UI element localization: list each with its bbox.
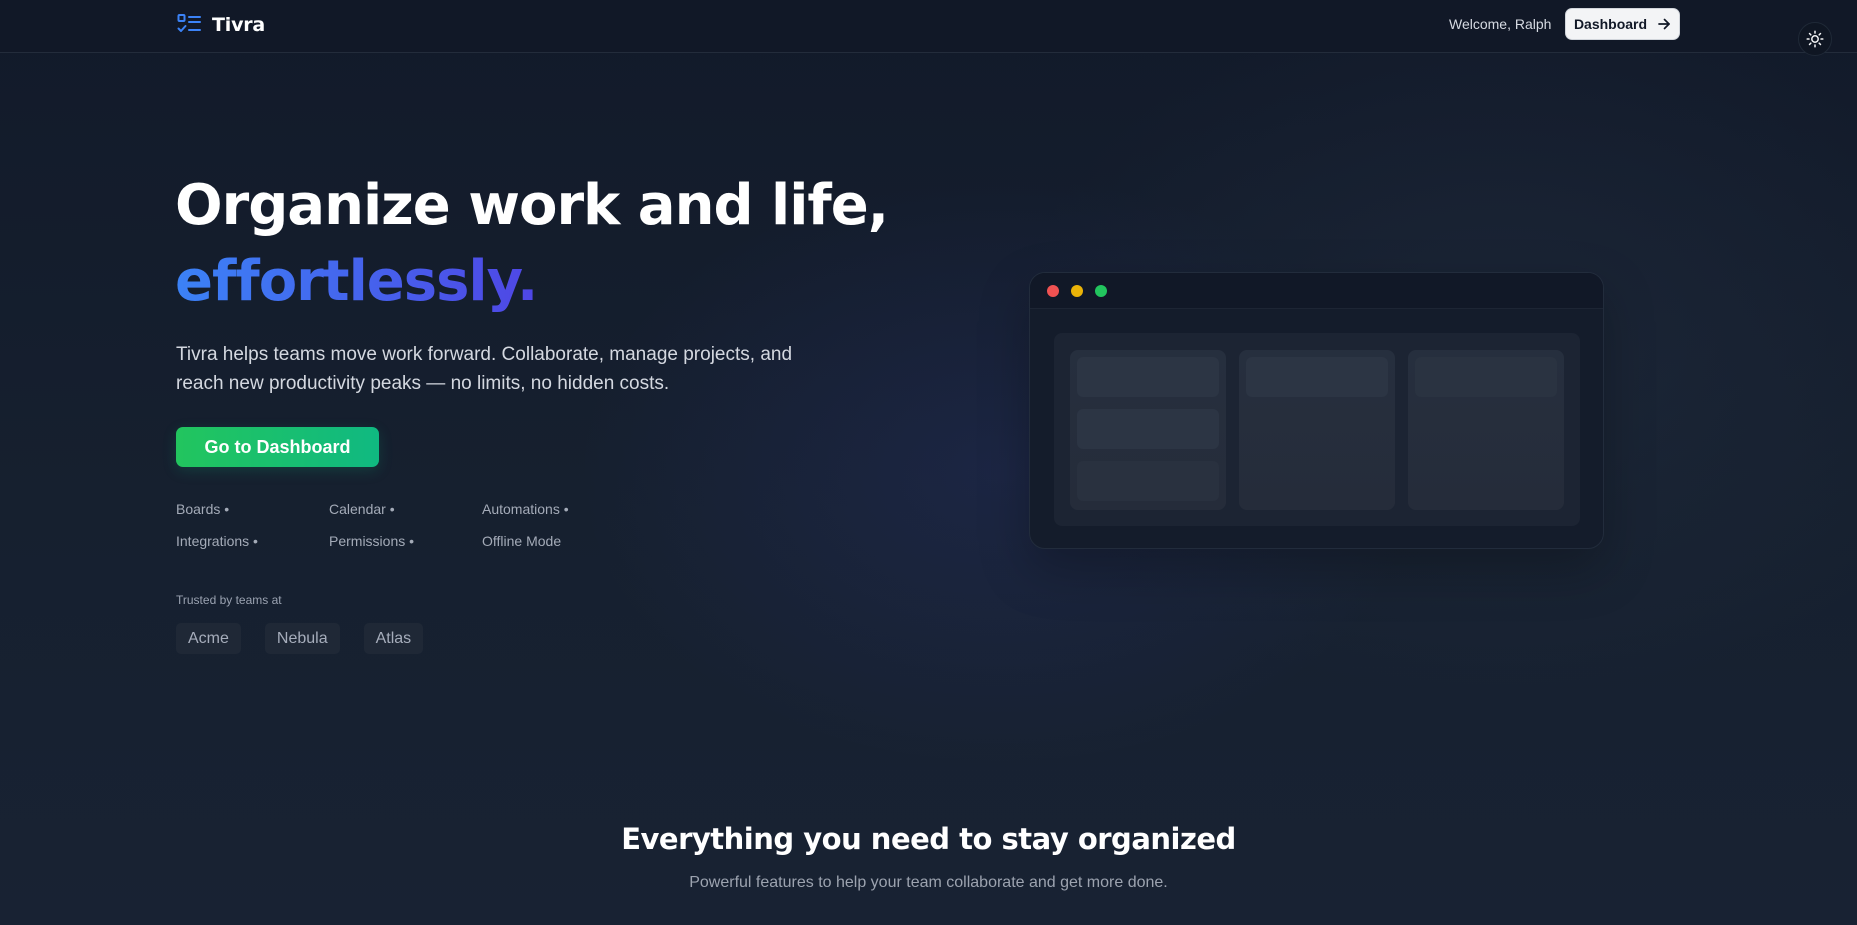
window-close-dot — [1047, 284, 1059, 297]
customer-logos: Acme Nebula Atlas — [176, 623, 424, 654]
hero-subtitle: Tivra helps teams move work forward. Col… — [176, 340, 856, 398]
feature-item-permissions: Permissions • — [329, 533, 415, 549]
preview-column — [1239, 350, 1395, 510]
preview-card — [1077, 357, 1219, 397]
feature-item-offline-mode: Offline Mode — [482, 533, 562, 549]
preview-card — [1077, 461, 1219, 501]
feature-list: Boards • Calendar • Automations • Integr… — [176, 500, 636, 550]
hero-title-highlight: effortlessly. — [175, 244, 538, 320]
checklist-icon — [177, 14, 201, 32]
customer-logo-nebula: Nebula — [264, 623, 340, 654]
dashboard-button-label: Dashboard — [1573, 16, 1648, 32]
preview-card — [1246, 357, 1388, 397]
hero-title: Organize work and life, effortlessly. — [175, 168, 889, 320]
trusted-by-label: Trusted by teams at — [176, 593, 282, 607]
preview-board — [1054, 333, 1580, 526]
customer-logo-acme: Acme — [176, 623, 241, 654]
hero-title-line1: Organize work and life, — [175, 173, 889, 238]
hero-subtitle-line1: Tivra helps teams move work forward. Col… — [176, 344, 793, 365]
feature-item-integrations: Integrations • — [176, 533, 258, 549]
sun-icon — [1806, 30, 1824, 48]
features-section-subtitle: Powerful features to help your team coll… — [689, 874, 1168, 891]
preview-column — [1408, 350, 1564, 510]
customer-logo-atlas: Atlas — [363, 623, 424, 654]
top-navbar: Tivra Welcome, Ralph Dashboard — [0, 0, 1857, 56]
hero-subtitle-line2: reach new productivity peaks — no limits… — [176, 373, 670, 394]
app-preview-window — [1029, 272, 1604, 549]
preview-card — [1415, 357, 1557, 397]
brand-logo[interactable]: Tivra — [176, 12, 265, 38]
preview-column — [1070, 350, 1226, 510]
feature-item-boards: Boards • — [176, 501, 230, 517]
go-to-dashboard-button[interactable]: Go to Dashboard — [176, 427, 379, 467]
preview-card — [1077, 409, 1219, 449]
theme-toggle-button[interactable] — [1798, 22, 1832, 56]
features-section-title: Everything you need to stay organized — [621, 822, 1236, 856]
arrow-right-icon — [1658, 18, 1670, 30]
window-maximize-dot — [1095, 284, 1107, 297]
welcome-text: Welcome, Ralph — [1449, 16, 1552, 32]
window-minimize-dot — [1071, 284, 1083, 297]
feature-item-calendar: Calendar • — [329, 501, 395, 517]
brand-name: Tivra — [212, 14, 266, 36]
window-titlebar — [1030, 273, 1603, 309]
feature-item-automations: Automations • — [482, 501, 569, 517]
dashboard-button[interactable]: Dashboard — [1565, 8, 1680, 40]
